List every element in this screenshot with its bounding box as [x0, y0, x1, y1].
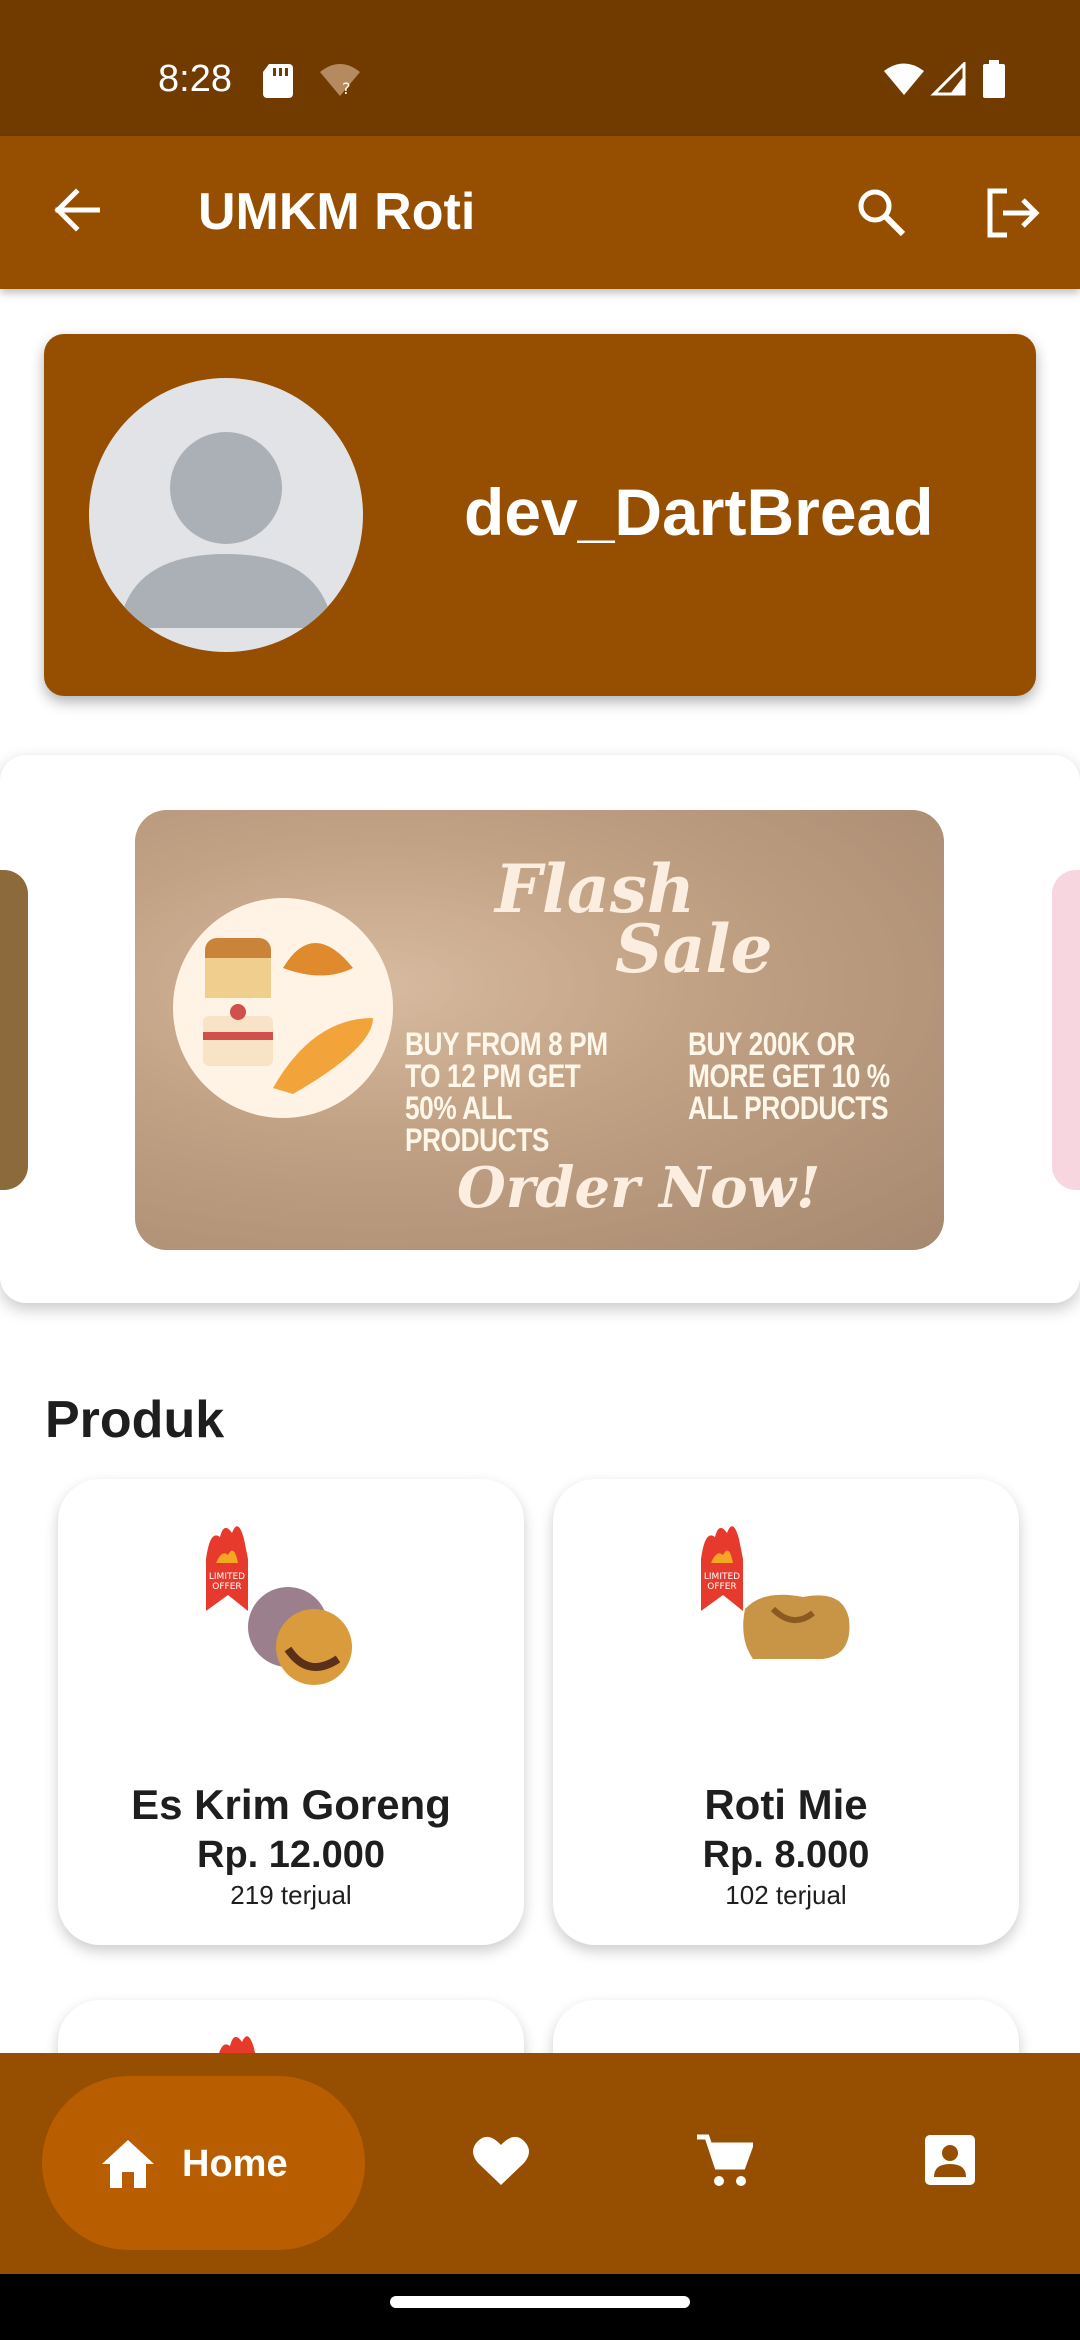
- product-name: Es Krim Goreng: [131, 1781, 451, 1828]
- product-price: Rp. 12.000: [197, 1834, 385, 1876]
- profile-icon[interactable]: [923, 2133, 977, 2187]
- products-section-title: Produk: [45, 1391, 225, 1449]
- product-name: Roti Mie: [704, 1781, 868, 1828]
- cart-icon[interactable]: [695, 2133, 753, 2189]
- banner-next-peek[interactable]: [1052, 870, 1080, 1190]
- username: dev_DartBread: [464, 475, 934, 549]
- nav-home-label: Home: [182, 2143, 288, 2185]
- promo-text-2: BUY 200K OR MORE GET 10 % ALL PRODUCTS: [688, 1026, 890, 1126]
- banner-previous-peek[interactable]: [0, 870, 28, 1190]
- app-bar: UMKM Roti: [0, 136, 1080, 289]
- svg-text:?: ?: [342, 79, 351, 98]
- gesture-handle[interactable]: [390, 2296, 690, 2308]
- order-now-text: Order Now!: [457, 1155, 821, 1221]
- bottom-navigation: Home: [0, 2053, 1080, 2274]
- heart-icon[interactable]: [472, 2133, 530, 2187]
- svg-text:OFFER: OFFER: [707, 1582, 736, 1592]
- product-card[interactable]: LIMITED OFFER Roti Mie Rp. 8.000 102 ter…: [553, 1479, 1019, 1945]
- battery-icon: [983, 60, 1005, 98]
- product-sold-count: 219 terjual: [230, 1880, 352, 1910]
- nav-home-button[interactable]: Home: [42, 2076, 365, 2250]
- product-image: LIMITED OFFER: [206, 1526, 352, 1685]
- product-card[interactable]: LIMITED OFFER Es Krim Goreng Rp. 12.000 …: [58, 1479, 524, 1945]
- status-time: 8:28: [158, 58, 232, 100]
- home-icon: [102, 2140, 154, 2188]
- svg-text:LIMITED: LIMITED: [209, 1572, 245, 1582]
- profile-card: dev_DartBread: [44, 334, 1036, 696]
- banner-carousel[interactable]: Flash Sale BUY FROM 8 PM TO 12 PM GET 50…: [0, 755, 1080, 1303]
- logout-icon[interactable]: [985, 188, 1041, 238]
- app-title: UMKM Roti: [198, 183, 476, 241]
- wifi-question-icon: ?: [320, 64, 360, 98]
- system-navigation-bar: [0, 2274, 1080, 2340]
- svg-text:OFFER: OFFER: [212, 1582, 241, 1592]
- product-image: LIMITED OFFER: [701, 1526, 850, 1659]
- back-arrow-icon[interactable]: [52, 188, 100, 232]
- bakery-illustration: [173, 898, 393, 1118]
- wifi-icon: [884, 63, 924, 95]
- search-icon[interactable]: [855, 186, 907, 238]
- bread-illustration-icon: [203, 938, 373, 1094]
- status-bar: 8:28 ?: [0, 0, 1080, 136]
- promo-text-1: BUY FROM 8 PM TO 12 PM GET 50% ALL PRODU…: [405, 1026, 608, 1158]
- svg-text:LIMITED: LIMITED: [704, 1572, 740, 1582]
- product-price: Rp. 8.000: [702, 1834, 870, 1876]
- sd-card-icon: [263, 64, 293, 98]
- signal-icon: [930, 62, 966, 96]
- flash-sale-banner[interactable]: Flash Sale BUY FROM 8 PM TO 12 PM GET 50…: [135, 810, 944, 1250]
- banner-title-line2: Sale: [615, 910, 773, 988]
- product-sold-count: 102 terjual: [725, 1880, 847, 1910]
- avatar[interactable]: [89, 378, 363, 652]
- avatar-placeholder-icon: [119, 432, 333, 628]
